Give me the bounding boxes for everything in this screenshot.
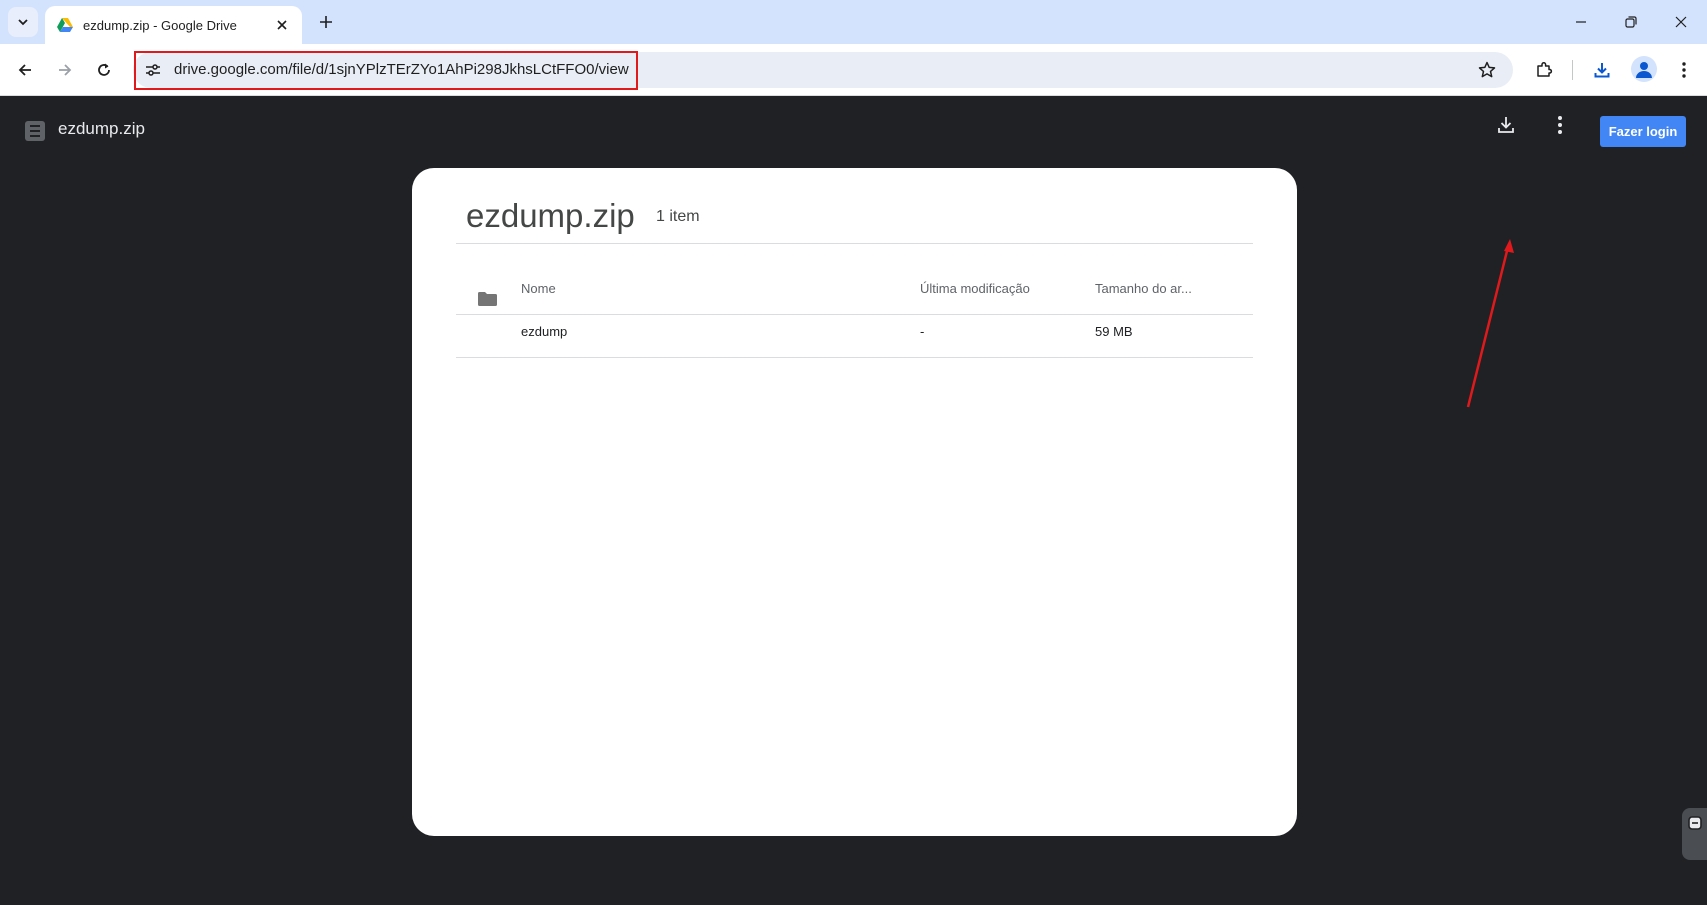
tab-search-button[interactable] [8, 7, 38, 37]
restore-icon [1625, 16, 1637, 28]
divider [456, 357, 1253, 358]
file-type-icon [25, 121, 45, 141]
chevron-down-icon [18, 19, 28, 26]
forward-button[interactable] [51, 56, 79, 84]
archive-item-count: 1 item [656, 208, 700, 225]
close-icon [277, 20, 287, 30]
google-drive-icon [57, 18, 73, 32]
url-highlight-annotation [134, 51, 638, 90]
chat-icon [1687, 816, 1702, 830]
row-modified: - [920, 324, 925, 339]
side-panel-toggle[interactable] [1682, 808, 1707, 860]
star-icon [1478, 61, 1496, 78]
viewer-file-name: ezdump.zip [58, 119, 145, 138]
drive-viewer: ezdump.zip Fazer login ezdump.zip 1 item… [0, 97, 1707, 905]
reload-button[interactable] [90, 56, 118, 84]
arrow-left-icon [18, 64, 31, 76]
downloads-button[interactable] [1588, 56, 1616, 84]
plus-icon [320, 16, 332, 28]
column-header-name[interactable]: Nome [521, 281, 556, 296]
profile-button[interactable] [1631, 56, 1657, 82]
download-button[interactable] [1492, 111, 1520, 139]
bookmark-button[interactable] [1475, 58, 1499, 82]
folder-icon [478, 292, 497, 306]
close-icon [1675, 16, 1687, 28]
restore-button[interactable] [1617, 8, 1645, 36]
more-vertical-icon [1682, 62, 1686, 78]
sign-in-button[interactable]: Fazer login [1600, 116, 1686, 147]
close-window-button[interactable] [1667, 8, 1695, 36]
more-actions-button[interactable] [1546, 111, 1574, 139]
arrow-right-icon [59, 64, 72, 76]
browser-menu-button[interactable] [1670, 56, 1698, 84]
arrow-annotation [1466, 239, 1514, 408]
row-name: ezdump [521, 324, 568, 339]
minimize-button[interactable] [1567, 8, 1595, 36]
toolbar-separator [1572, 60, 1573, 80]
column-header-size[interactable]: Tamanho do ar... [1095, 281, 1192, 296]
puzzle-icon [1537, 61, 1553, 77]
divider [456, 314, 1253, 315]
tab-title: ezdump.zip - Google Drive [83, 17, 237, 33]
browser-tab-strip: ezdump.zip - Google Drive [0, 0, 1707, 44]
more-vertical-icon [1558, 116, 1562, 134]
archive-title: ezdump.zip [466, 197, 635, 234]
archive-preview-card: ezdump.zip 1 item Nome Última modificaçã… [412, 168, 1297, 836]
extensions-button[interactable] [1530, 56, 1558, 84]
person-icon [1636, 62, 1652, 78]
minimize-icon [1576, 21, 1586, 23]
back-button[interactable] [11, 56, 39, 84]
close-tab-button[interactable] [272, 15, 292, 35]
new-tab-button[interactable] [314, 10, 338, 34]
browser-tab[interactable]: ezdump.zip - Google Drive [45, 6, 302, 44]
divider [456, 243, 1253, 244]
column-header-modified[interactable]: Última modificação [920, 281, 1030, 296]
download-icon [1498, 117, 1514, 133]
download-icon [1594, 63, 1610, 78]
reload-icon [98, 63, 110, 76]
row-size: 59 MB [1095, 324, 1133, 339]
